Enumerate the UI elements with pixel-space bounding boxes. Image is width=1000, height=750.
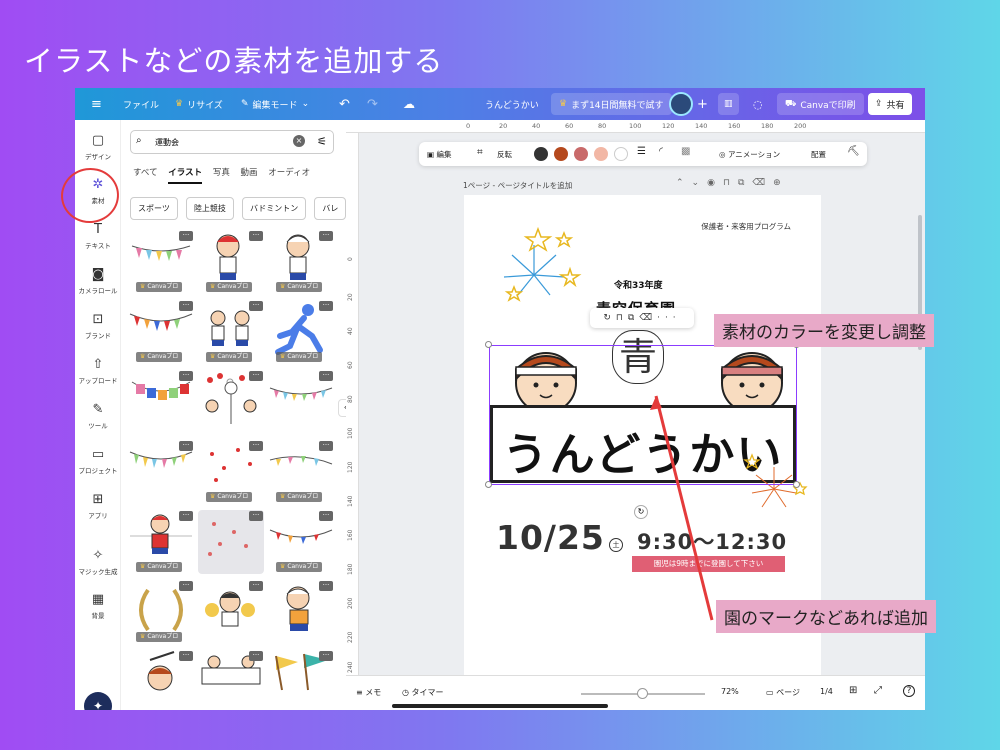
annotation-arrow xyxy=(650,395,714,621)
callout-color: 素材のカラーを変更し調整 xyxy=(714,314,934,347)
callout-mark: 園のマークなどあれば追加 xyxy=(716,600,936,633)
